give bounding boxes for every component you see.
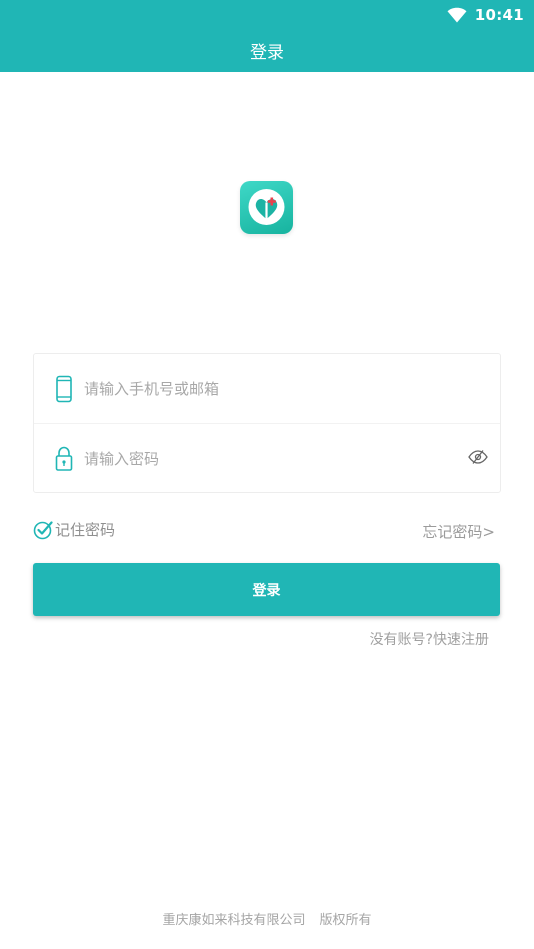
login-page: 10:41 登录 请输入手机号或邮箱 记住密码 忘记密码> 登录 没有账号?快速… <box>0 0 534 949</box>
lock-icon <box>55 446 73 471</box>
status-bar: 10:41 <box>447 4 524 26</box>
login-button[interactable]: 登录 <box>33 563 500 616</box>
forgot-password-link[interactable]: 忘记密码> <box>422 521 495 542</box>
password-input[interactable] <box>84 424 454 493</box>
account-input[interactable] <box>84 354 454 423</box>
page-title: 登录 <box>250 43 284 63</box>
password-row <box>34 424 500 493</box>
remember-password-checkbox[interactable]: 记住密码 <box>33 519 115 540</box>
account-row <box>34 354 500 424</box>
eye-hidden-icon[interactable] <box>468 449 488 465</box>
app-logo <box>240 181 293 234</box>
wifi-icon <box>447 7 467 23</box>
header-bar: 10:41 登录 <box>0 0 534 72</box>
footer: 重庆康如来科技有限公司 版权所有 <box>0 909 534 928</box>
phone-icon <box>56 375 72 403</box>
status-time: 10:41 <box>474 6 524 24</box>
remember-password-label: 记住密码 <box>55 521 116 539</box>
heart-plus-logo-icon <box>248 189 285 225</box>
login-form-card <box>33 353 501 493</box>
register-link[interactable]: 没有账号?快速注册 <box>370 629 489 649</box>
checkbox-checked-icon <box>33 520 53 539</box>
footer-company: 重庆康如来科技有限公司 <box>162 913 306 928</box>
footer-rights: 版权所有 <box>319 913 372 928</box>
